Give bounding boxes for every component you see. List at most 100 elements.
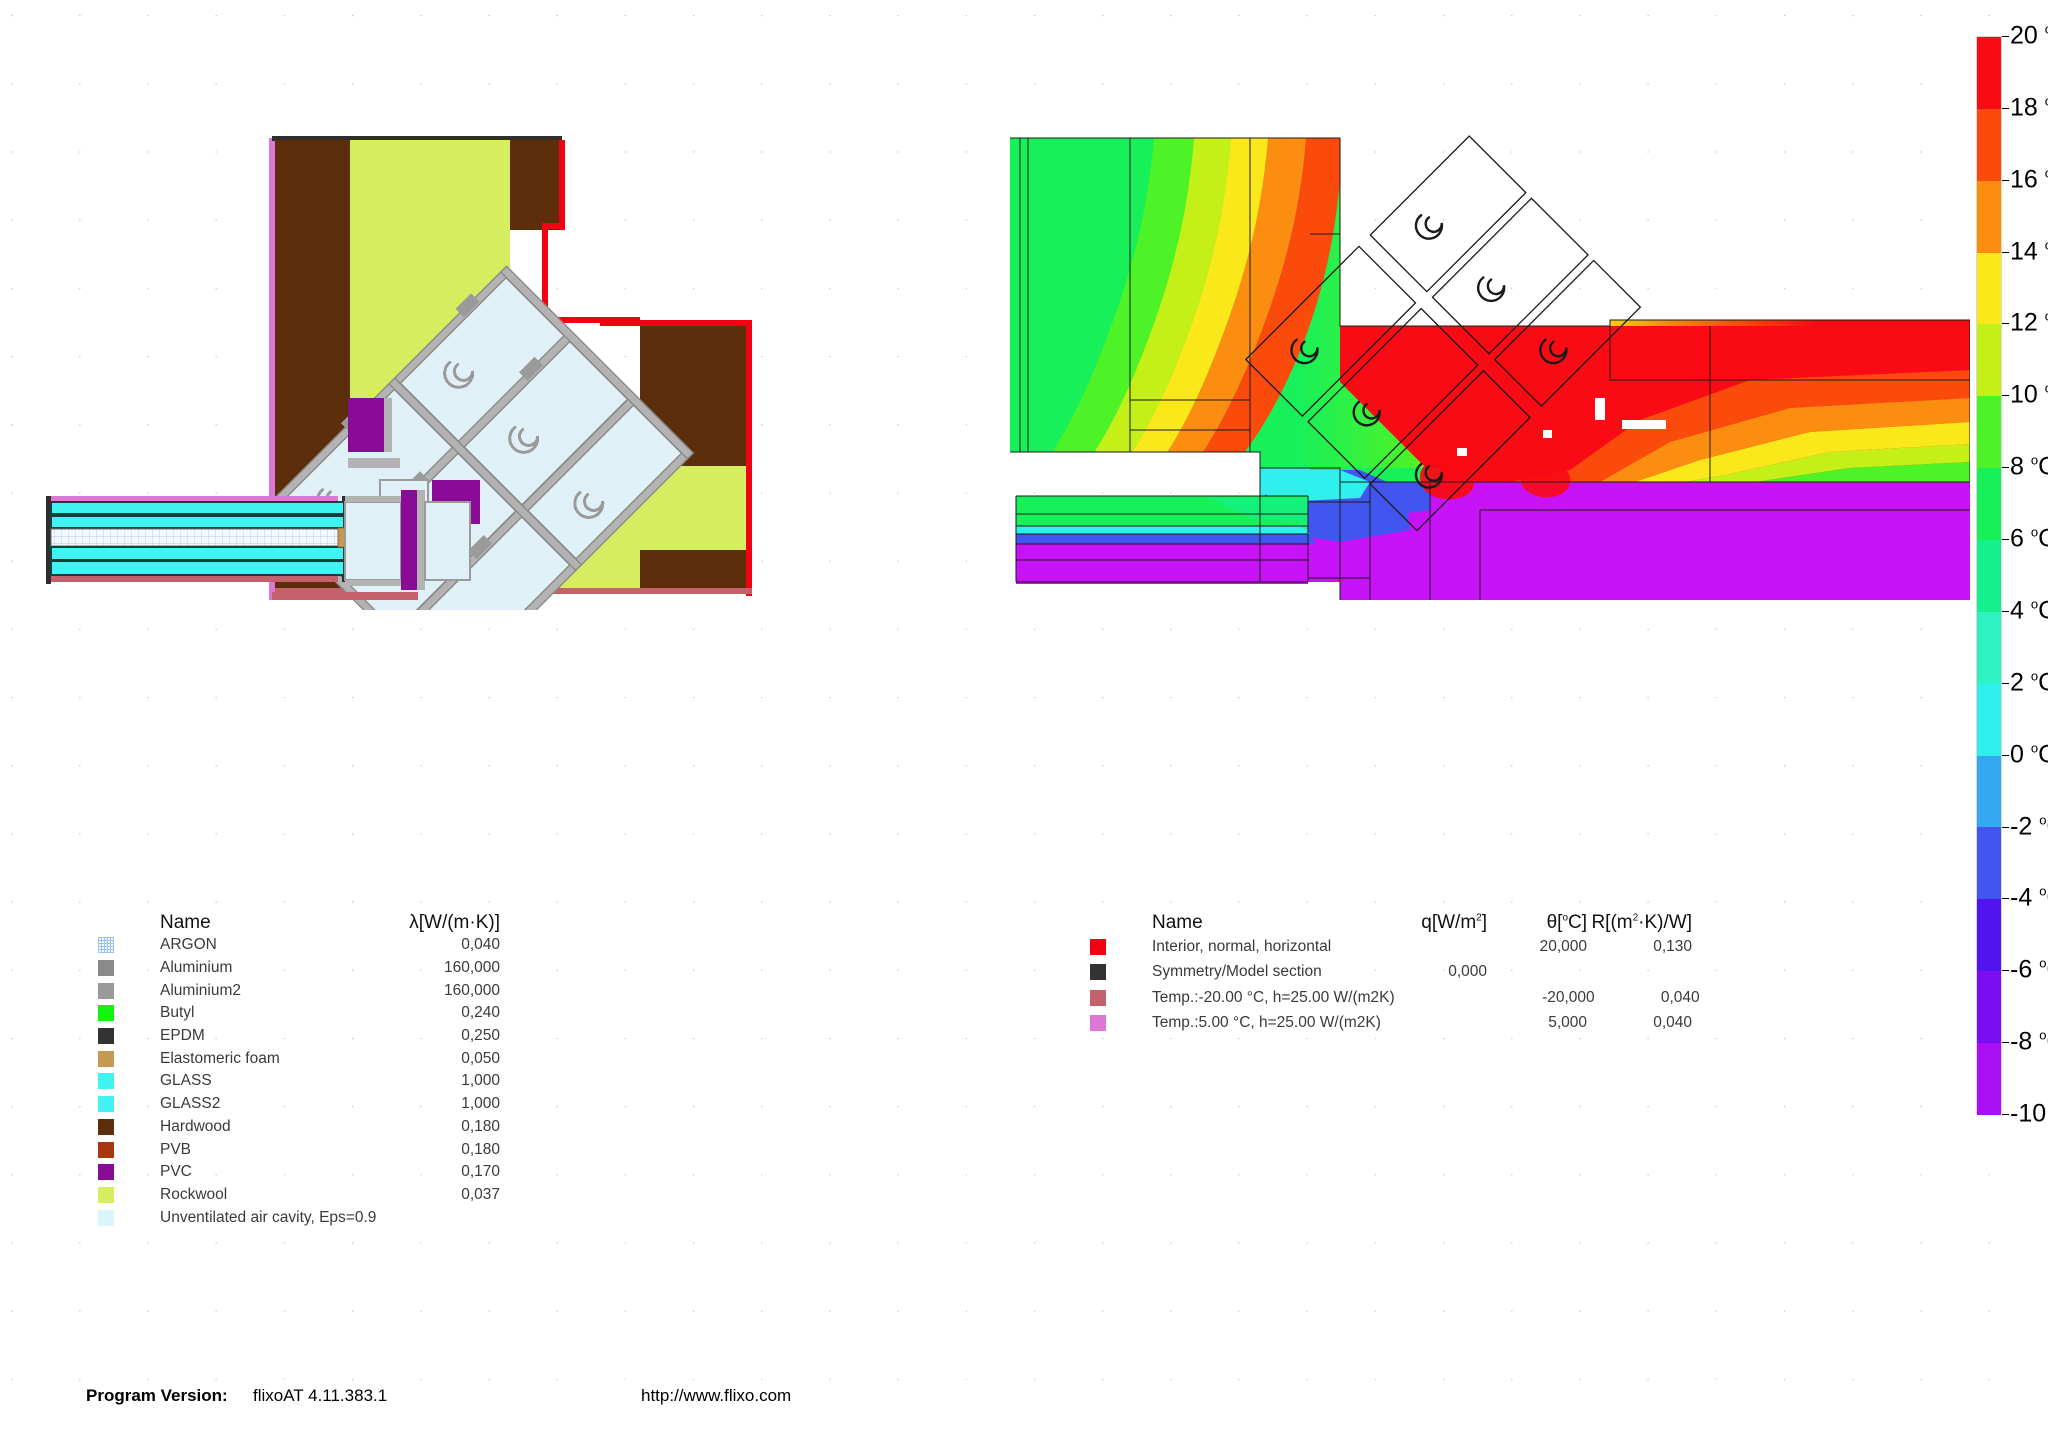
boundary-condition-name: Interior, normal, horizontal bbox=[1152, 937, 1332, 955]
material-row: Butyl 0,240 bbox=[98, 1002, 500, 1025]
materials-table-header: Name λ[W/(m·K)] bbox=[98, 900, 500, 934]
boundary-table-header: Name q[W/m2] θ[oC] R[(m2·K)/W] bbox=[1090, 900, 1700, 934]
boundary-condition-row: Temp.:-20.00 °C, h=25.00 W/(m2K) -20,000 0… bbox=[1090, 985, 1700, 1011]
temperature-field-isotherm-plot bbox=[1010, 130, 1970, 610]
program-version-value: flixoAT 4.11.383.1 bbox=[253, 1386, 388, 1405]
material-color-swatch bbox=[98, 1096, 114, 1113]
boundary-condition-row: Interior, normal, horizontal 20,000 0,130 bbox=[1090, 934, 1700, 960]
boundary-theta-value: -20,000 bbox=[1542, 988, 1595, 1006]
material-color-swatch bbox=[98, 1186, 114, 1203]
material-name: Aluminium bbox=[160, 959, 233, 977]
material-color-swatch bbox=[98, 937, 114, 954]
flixo-url[interactable]: http://www.flixo.com bbox=[641, 1386, 791, 1406]
materials-legend-table: Name λ[W/(m·K)] ARGON 0,040 Aluminium 160,0… bbox=[98, 900, 500, 1229]
material-name: GLASS2 bbox=[160, 1095, 221, 1113]
color-scale-tick-label: -10 oC bbox=[2010, 1099, 2047, 1128]
color-scale-tick bbox=[2002, 539, 2009, 541]
boundary-header-theta: θ[oC] bbox=[1546, 912, 1587, 933]
boundary-q-value: 0,000 bbox=[1448, 963, 1487, 981]
color-scale-band bbox=[1977, 683, 2001, 756]
program-version-label: Program Version: bbox=[86, 1386, 228, 1405]
boundary-r-value: 0,040 bbox=[1660, 988, 1700, 1006]
material-lambda-value: 0,250 bbox=[461, 1027, 500, 1045]
material-row: Elastomeric foam 0,050 bbox=[98, 1047, 500, 1070]
material-row: PVC 0,170 bbox=[98, 1161, 500, 1184]
material-name: Elastomeric foam bbox=[160, 1049, 280, 1067]
material-color-swatch bbox=[98, 960, 114, 977]
material-color-swatch bbox=[98, 1005, 114, 1022]
materials-header-name: Name bbox=[160, 912, 211, 933]
color-scale-band bbox=[1977, 37, 2001, 109]
material-name: Rockwool bbox=[160, 1185, 228, 1203]
boundary-theta-value: 20,000 bbox=[1539, 937, 1587, 955]
color-scale-band bbox=[1977, 468, 2001, 541]
material-color-swatch bbox=[98, 1028, 114, 1045]
color-scale-tick-label: 6 oC bbox=[2010, 524, 2048, 553]
material-name: GLASS bbox=[160, 1072, 212, 1090]
color-scale-tick-label: -2 oC bbox=[2010, 811, 2048, 841]
material-color-swatch bbox=[98, 1050, 114, 1067]
color-scale-tick bbox=[2002, 682, 2009, 684]
material-lambda-value: 1,000 bbox=[461, 1072, 500, 1090]
color-scale-tick bbox=[2002, 251, 2009, 253]
color-scale-tick bbox=[2002, 179, 2009, 181]
material-color-swatch bbox=[98, 1141, 114, 1158]
color-scale-band bbox=[1977, 324, 2001, 397]
color-scale-tick-label: 2 oC bbox=[2010, 668, 2048, 697]
color-scale-tick bbox=[2002, 36, 2009, 37]
temperature-color-scale: 20 oC 18 oC 16 oC 14 oC 12 oC 10 oC 8 oC 6 oC 4 … bbox=[1976, 22, 2048, 1126]
color-scale-tick bbox=[2002, 107, 2009, 109]
material-lambda-value: 0,170 bbox=[461, 1163, 500, 1181]
boundary-conditions-table: Name q[W/m2] θ[oC] R[(m2·K)/W] Interior,… bbox=[1090, 900, 1700, 1036]
boundary-condition-name: Temp.:-20.00 °C, h=25.00 W/(m2K) bbox=[1152, 988, 1395, 1006]
color-scale-tick bbox=[2002, 826, 2009, 828]
color-scale-tick bbox=[2002, 1042, 2009, 1044]
material-lambda-value: 0,240 bbox=[461, 1004, 500, 1022]
materials-header-lambda: λ[W/(m·K)] bbox=[409, 912, 500, 933]
material-color-swatch bbox=[98, 1118, 114, 1135]
color-scale-band bbox=[1977, 1043, 2001, 1115]
boundary-header-r: R[(m2·K)/W] bbox=[1591, 912, 1692, 933]
material-row: Hardwood 0,180 bbox=[98, 1116, 500, 1139]
material-row: Aluminium 160,000 bbox=[98, 957, 500, 980]
material-row: PVB 0,180 bbox=[98, 1138, 500, 1161]
material-row: Unventilated air cavity, Eps=0.9 bbox=[98, 1206, 500, 1229]
boundary-r-value: 0,040 bbox=[1653, 1014, 1692, 1032]
color-scale-tick-label: 8 oC bbox=[2010, 452, 2048, 481]
color-scale-tick-label: -4 oC bbox=[2010, 883, 2048, 913]
boundary-condition-row: Symmetry/Model section 0,000 bbox=[1090, 960, 1700, 986]
color-scale-band bbox=[1977, 611, 2001, 684]
color-scale-tick-label: 18 oC bbox=[2010, 93, 2048, 122]
material-name: PVC bbox=[160, 1163, 192, 1181]
color-scale-band bbox=[1977, 540, 2001, 612]
color-scale-tick-label: 20 oC bbox=[2010, 21, 2048, 50]
color-scale-bar bbox=[1976, 36, 2002, 1115]
boundary-theta-value: 5,000 bbox=[1548, 1014, 1587, 1032]
boundary-r-value: 0,130 bbox=[1653, 937, 1692, 955]
color-scale-tick-label: 4 oC bbox=[2010, 596, 2048, 625]
color-scale-band bbox=[1977, 899, 2001, 972]
material-row: GLASS2 1,000 bbox=[98, 1093, 500, 1116]
boundary-color-swatch bbox=[1090, 989, 1106, 1006]
material-name: ARGON bbox=[160, 936, 217, 954]
material-lambda-value: 0,037 bbox=[461, 1185, 500, 1203]
color-scale-band bbox=[1977, 108, 2001, 181]
material-cross-section-drawing bbox=[40, 130, 1040, 610]
color-scale-tick-label: -8 oC bbox=[2010, 1027, 2048, 1056]
color-scale-tick-label: 16 oC bbox=[2010, 165, 2048, 194]
color-scale-tick-label: 14 oC bbox=[2010, 237, 2048, 266]
material-lambda-value: 0,180 bbox=[461, 1117, 500, 1135]
color-scale-tick-label: 0 oC bbox=[2010, 739, 2048, 769]
material-color-swatch bbox=[98, 1164, 114, 1181]
material-name: EPDM bbox=[160, 1027, 205, 1045]
material-name: Hardwood bbox=[160, 1117, 231, 1135]
material-lambda-value: 160,000 bbox=[443, 959, 500, 977]
color-scale-tick bbox=[2002, 898, 2009, 900]
boundary-condition-row: Temp.:5.00 °C, h=25.00 W/(m2K) 5,000 0,040 bbox=[1090, 1011, 1700, 1037]
color-scale-tick bbox=[2002, 1114, 2009, 1115]
boundary-condition-name: Temp.:5.00 °C, h=25.00 W/(m2K) bbox=[1152, 1014, 1381, 1032]
boundary-color-swatch bbox=[1090, 964, 1106, 981]
material-name: Butyl bbox=[160, 1004, 195, 1022]
material-color-swatch bbox=[98, 982, 114, 999]
material-color-swatch bbox=[98, 1073, 114, 1090]
